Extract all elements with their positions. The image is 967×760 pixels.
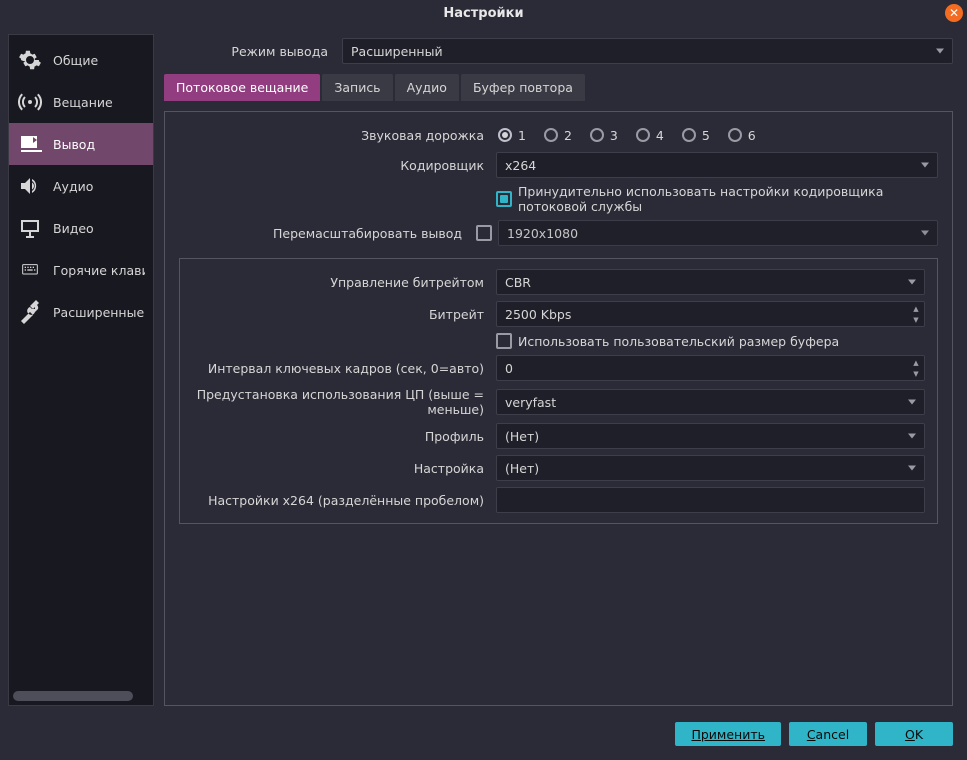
encoder-select[interactable]: x264 <box>496 152 938 178</box>
footer: Применить Cancel OK <box>0 714 967 754</box>
tune-label: Настройка <box>192 461 490 476</box>
enforce-label: Принудительно использовать настройки код… <box>518 184 938 214</box>
encoder-value: x264 <box>505 158 536 173</box>
tools-icon <box>17 299 43 325</box>
ok-button[interactable]: OK <box>875 722 953 746</box>
keyframe-spinner[interactable]: 0 ▲▼ <box>496 355 925 381</box>
preset-select[interactable]: veryfast <box>496 389 925 415</box>
bitrate-down[interactable]: ▼ <box>909 314 923 325</box>
audio-track-6[interactable]: 6 <box>728 128 756 143</box>
sidebar-item-label: Горячие клавиши <box>53 263 145 278</box>
gear-icon <box>17 47 43 73</box>
rate-control-select[interactable]: CBR <box>496 269 925 295</box>
sidebar-item-label: Расширенные <box>53 305 144 320</box>
speaker-icon <box>17 173 43 199</box>
enforce-checkbox[interactable] <box>496 191 512 207</box>
cancel-button[interactable]: Cancel <box>789 722 867 746</box>
window-title: Настройки <box>443 6 523 21</box>
keyframe-down[interactable]: ▼ <box>909 368 923 379</box>
profile-value: (Нет) <box>505 429 539 444</box>
apply-button[interactable]: Применить <box>675 722 781 746</box>
tab-replay-buffer[interactable]: Буфер повтора <box>461 74 585 101</box>
audio-track-4[interactable]: 4 <box>636 128 664 143</box>
tune-select[interactable]: (Нет) <box>496 455 925 481</box>
rescale-select[interactable]: 1920x1080 <box>498 220 938 246</box>
audio-track-5[interactable]: 5 <box>682 128 710 143</box>
keyframe-value: 0 <box>505 361 513 376</box>
preset-label: Предустановка использования ЦП (выше = м… <box>192 387 490 417</box>
rate-control-label: Управление битрейтом <box>192 275 490 290</box>
output-mode-label: Режим вывода <box>164 44 336 59</box>
encoder-label: Кодировщик <box>179 158 490 173</box>
bitrate-label: Битрейт <box>192 307 490 322</box>
profile-label: Профиль <box>192 429 490 444</box>
antenna-icon <box>17 89 43 115</box>
close-button[interactable]: ✕ <box>945 4 963 22</box>
streaming-panel: Звуковая дорожка 1 2 3 4 5 6 Кодировщик … <box>164 111 953 706</box>
tab-streaming[interactable]: Потоковое вещание <box>164 74 320 101</box>
rescale-checkbox[interactable] <box>476 225 492 241</box>
audio-track-1[interactable]: 1 <box>498 128 526 143</box>
keyboard-icon <box>17 257 43 283</box>
preset-value: veryfast <box>505 395 556 410</box>
monitor-icon <box>17 215 43 241</box>
custom-buffer-label: Использовать пользовательский размер буф… <box>518 334 839 349</box>
tabs: Потоковое вещание Запись Аудио Буфер пов… <box>164 74 953 101</box>
x264opts-label: Настройки x264 (разделённые пробелом) <box>192 493 490 508</box>
bitrate-spinner[interactable]: 2500 Kbps ▲▼ <box>496 301 925 327</box>
sidebar-item-stream[interactable]: Вещание <box>9 81 153 123</box>
sidebar-item-label: Вещание <box>53 95 113 110</box>
audio-track-2[interactable]: 2 <box>544 128 572 143</box>
output-mode-value: Расширенный <box>351 44 443 59</box>
sidebar-item-label: Общие <box>53 53 98 68</box>
rescale-label: Перемасштабировать вывод <box>179 226 470 241</box>
tab-recording[interactable]: Запись <box>322 74 392 101</box>
sidebar-scrollbar[interactable] <box>13 691 149 701</box>
sidebar-item-general[interactable]: Общие <box>9 39 153 81</box>
profile-select[interactable]: (Нет) <box>496 423 925 449</box>
sidebar: Общие Вещание Вывод Аудио Видео Горячие … <box>8 34 154 706</box>
output-mode-select[interactable]: Расширенный <box>342 38 953 64</box>
audio-track-3[interactable]: 3 <box>590 128 618 143</box>
bitrate-up[interactable]: ▲ <box>909 303 923 314</box>
custom-buffer-checkbox[interactable] <box>496 333 512 349</box>
encoder-settings-panel: Управление битрейтом CBR Битрейт 2500 Kb… <box>179 258 938 524</box>
sidebar-item-audio[interactable]: Аудио <box>9 165 153 207</box>
output-icon <box>17 131 43 157</box>
sidebar-item-label: Аудио <box>53 179 93 194</box>
rescale-value: 1920x1080 <box>507 226 578 241</box>
sidebar-item-label: Вывод <box>53 137 95 152</box>
keyframe-up[interactable]: ▲ <box>909 357 923 368</box>
tune-value: (Нет) <box>505 461 539 476</box>
sidebar-item-hotkeys[interactable]: Горячие клавиши <box>9 249 153 291</box>
titlebar: Настройки ✕ <box>0 0 967 26</box>
bitrate-value: 2500 Kbps <box>505 307 571 322</box>
tab-audio[interactable]: Аудио <box>395 74 459 101</box>
sidebar-item-advanced[interactable]: Расширенные <box>9 291 153 333</box>
sidebar-item-output[interactable]: Вывод <box>9 123 153 165</box>
audio-track-label: Звуковая дорожка <box>179 128 490 143</box>
sidebar-item-label: Видео <box>53 221 94 236</box>
audio-track-radios: 1 2 3 4 5 6 <box>496 128 756 143</box>
sidebar-item-video[interactable]: Видео <box>9 207 153 249</box>
keyframe-label: Интервал ключевых кадров (сек, 0=авто) <box>192 361 490 376</box>
x264opts-input[interactable] <box>496 487 925 513</box>
rate-control-value: CBR <box>505 275 531 290</box>
